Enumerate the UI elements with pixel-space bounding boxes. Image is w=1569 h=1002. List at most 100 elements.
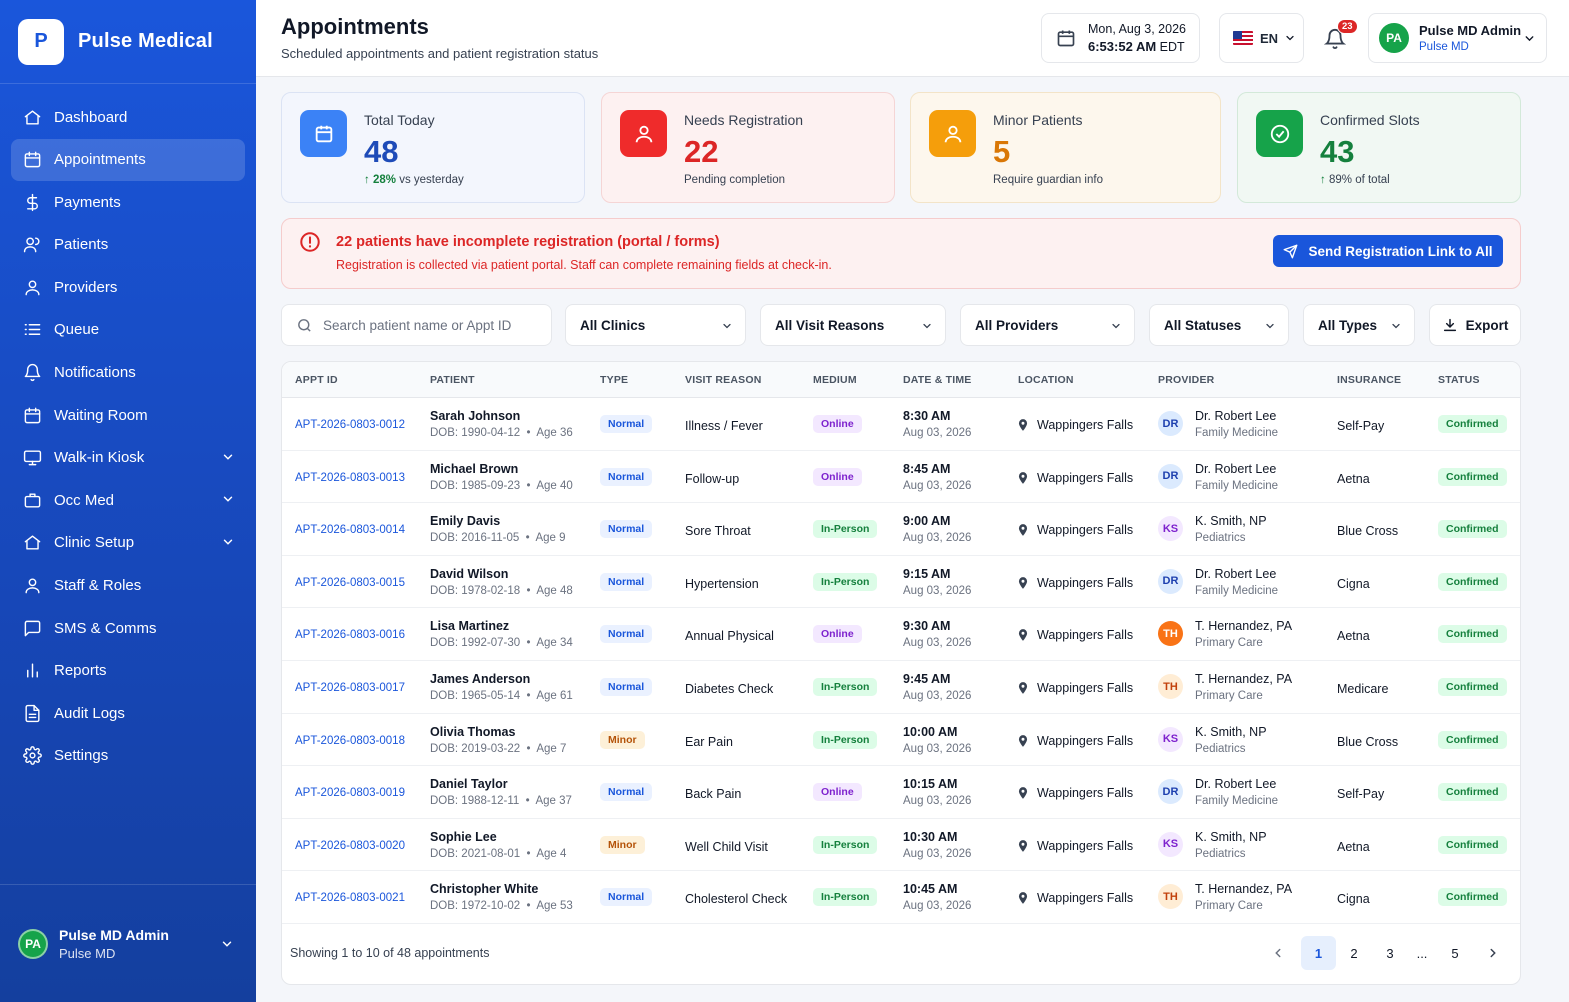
language-selector[interactable]: EN — [1219, 13, 1304, 63]
sidebar-item-staff-roles[interactable]: Staff & Roles — [11, 565, 245, 607]
provider-avatar: DR — [1158, 779, 1183, 805]
column-header: DATE & TIME — [903, 374, 972, 386]
clinic-filter[interactable]: All Clinics — [565, 304, 746, 346]
sidebar-item-dashboard[interactable]: Dashboard — [11, 96, 245, 138]
export-button[interactable]: Export — [1429, 304, 1521, 346]
appt-id-link[interactable]: APT-2026-0803-0014 — [295, 524, 405, 536]
sidebar-user[interactable]: PA Pulse MD Admin Pulse MD — [0, 884, 256, 1002]
sidebar-item-walk-in-kiosk[interactable]: Walk-in Kiosk — [11, 437, 245, 479]
arrow-up-icon: ↑ — [1320, 174, 1329, 186]
patient-name: Sarah Johnson — [430, 409, 521, 423]
sidebar-item-clinic-setup[interactable]: Clinic Setup — [11, 522, 245, 564]
provider-cell: TH T. Hernandez, PA Primary Care — [1158, 619, 1292, 649]
dollar-icon — [27, 193, 38, 211]
table-row[interactable]: APT-2026-0803-0020 Sophie Lee DOB: 2021-08… — [282, 819, 1520, 872]
table-row[interactable]: APT-2026-0803-0016 Lisa Martinez DOB: 1992… — [282, 608, 1520, 661]
patient-cell: Emily Davis DOB: 2016-11-05 • Age 9 — [430, 514, 566, 545]
appt-id-link[interactable]: APT-2026-0803-0020 — [295, 840, 405, 852]
status-filter[interactable]: All Statuses — [1149, 304, 1289, 346]
sidebar-item-queue[interactable]: Queue — [11, 309, 245, 351]
page-button-5[interactable]: 5 — [1445, 936, 1465, 970]
table-row[interactable]: APT-2026-0803-0012 Sarah Johnson DOB: 1990… — [282, 398, 1520, 451]
sidebar-item-payments[interactable]: Payments — [11, 181, 245, 223]
table-row[interactable]: APT-2026-0803-0017 James Anderson DOB: 196… — [282, 661, 1520, 714]
location-name: Wappingers Falls — [1037, 838, 1134, 853]
appt-id-link[interactable]: APT-2026-0803-0018 — [295, 735, 405, 747]
sidebar-item-settings[interactable]: Settings — [11, 735, 245, 777]
medium-badge: In-Person — [813, 520, 878, 539]
top-header: Appointments Scheduled appointments and … — [256, 0, 1569, 77]
patient-name: Emily Davis — [430, 514, 501, 529]
sidebar-item-label: Clinic Setup — [54, 534, 135, 552]
provider-specialty: Family Medicine — [1195, 584, 1279, 597]
provider-cell: DR Dr. Robert Lee Family Medicine — [1158, 462, 1278, 492]
sidebar-item-notifications[interactable]: Notifications — [11, 352, 245, 394]
appt-id-link[interactable]: APT-2026-0803-0012 — [295, 419, 405, 431]
stat-value: 43 — [1320, 134, 1355, 169]
send-registration-link-button[interactable]: Send Registration Link to All — [1273, 235, 1503, 267]
status-badge: Confirmed — [1438, 783, 1507, 802]
table-row[interactable]: APT-2026-0803-0015 David Wilson DOB: 1978-… — [282, 556, 1520, 609]
patient-cell: Daniel Taylor DOB: 1988-12-11 • Age 37 — [430, 777, 572, 808]
patient-dob: DOB: 2019-03-22 — [430, 742, 521, 755]
sidebar-item-waiting-room[interactable]: Waiting Room — [11, 394, 245, 436]
page-button-2[interactable]: 2 — [1344, 936, 1364, 970]
provider-cell: KS K. Smith, NP Pediatrics — [1158, 725, 1267, 755]
map-pin-icon — [1018, 576, 1028, 589]
insurance: Blue Cross — [1337, 734, 1399, 749]
visit-reason-filter[interactable]: All Visit Reasons — [760, 304, 946, 346]
appt-id-link[interactable]: APT-2026-0803-0019 — [295, 787, 405, 799]
status-badge: Confirmed — [1438, 520, 1507, 539]
appt-id-link[interactable]: APT-2026-0803-0016 — [295, 629, 405, 641]
arrow-up-icon: ↑ — [364, 174, 373, 186]
sidebar-item-providers[interactable]: Providers — [11, 266, 245, 308]
appt-id-link[interactable]: APT-2026-0803-0021 — [295, 892, 405, 904]
provider-avatar: KS — [1158, 726, 1183, 752]
prev-page-button[interactable] — [1266, 936, 1290, 970]
table-row[interactable]: APT-2026-0803-0014 Emily Davis DOB: 2016-1… — [282, 503, 1520, 556]
chevron-down-icon — [1112, 323, 1120, 329]
type-filter[interactable]: All Types — [1303, 304, 1415, 346]
visit-reason: Well Child Visit — [685, 839, 768, 854]
next-page-button[interactable] — [1481, 936, 1505, 970]
datetime-cell: 8:30 AM Aug 03, 2026 — [903, 409, 971, 439]
patient-age: Age 61 — [536, 690, 573, 702]
appt-id-link[interactable]: APT-2026-0803-0013 — [295, 472, 405, 484]
sidebar-item-occ-med[interactable]: Occ Med — [11, 479, 245, 521]
provider-filter[interactable]: All Providers — [960, 304, 1135, 346]
column-header: PROVIDER — [1158, 374, 1215, 386]
appt-date: Aug 03, 2026 — [903, 847, 972, 860]
appt-id-link[interactable]: APT-2026-0803-0017 — [295, 682, 405, 694]
medium-badge: In-Person — [813, 572, 878, 591]
sidebar-item-reports[interactable]: Reports — [11, 650, 245, 692]
insurance: Self-Pay — [1337, 419, 1385, 433]
table-row[interactable]: APT-2026-0803-0021 Christopher White DOB: … — [282, 871, 1520, 924]
current-time: 6:53:52 AM — [1088, 38, 1157, 54]
list-icon — [24, 324, 41, 336]
search-placeholder: Search patient name or Appt ID — [323, 317, 512, 333]
sidebar-item-sms-comms[interactable]: SMS & Comms — [11, 607, 245, 649]
sidebar-item-audit-logs[interactable]: Audit Logs — [11, 692, 245, 734]
page-button-1[interactable]: 1 — [1301, 936, 1336, 970]
type-badge: Minor — [600, 835, 645, 854]
table-row[interactable]: APT-2026-0803-0019 Daniel Taylor DOB: 1988… — [282, 766, 1520, 819]
appt-id-link[interactable]: APT-2026-0803-0015 — [295, 577, 405, 589]
patient-name: James Anderson — [430, 672, 531, 686]
appt-time: 9:45 AM — [903, 672, 951, 686]
search-input[interactable]: Search patient name or Appt ID — [281, 304, 552, 346]
patient-age: Age 4 — [536, 847, 567, 860]
page-button-3[interactable]: 3 — [1380, 936, 1400, 970]
sidebar-item-patients[interactable]: Patients — [11, 224, 245, 266]
appt-time: 8:45 AM — [903, 461, 951, 476]
sidebar-item-appointments[interactable]: Appointments — [11, 138, 245, 181]
sidebar: P Pulse Medical Dashboard Appointments Pay… — [0, 0, 256, 1002]
user-menu[interactable]: PA Pulse MD Admin Pulse MD — [1368, 13, 1547, 63]
provider-name: T. Hernandez, PA — [1195, 672, 1293, 686]
table-row[interactable]: APT-2026-0803-0018 Olivia Thomas DOB: 2019… — [282, 714, 1520, 767]
provider-cell: DR Dr. Robert Lee Family Medicine — [1158, 567, 1278, 597]
map-pin-icon — [1018, 629, 1028, 642]
stat-value: 22 — [684, 134, 719, 169]
table-row[interactable]: APT-2026-0803-0013 Michael Brown DOB: 1985… — [282, 451, 1520, 504]
patient-name: Michael Brown — [430, 461, 519, 476]
provider-name: Dr. Robert Lee — [1195, 777, 1277, 792]
